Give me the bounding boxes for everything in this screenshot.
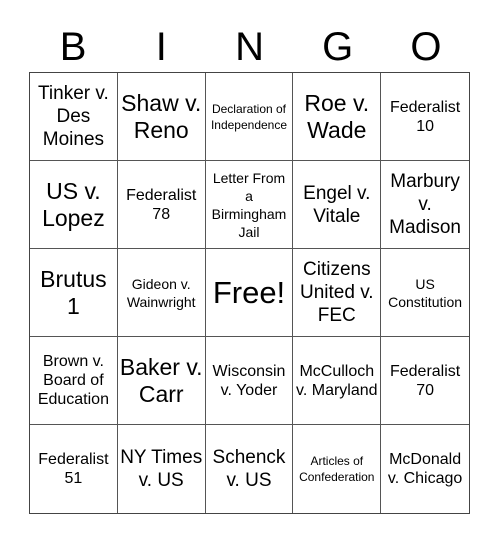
cell-label: Federalist 78: [126, 186, 197, 223]
cell-label: Schenck v. US: [212, 447, 286, 491]
header-letter-n: N: [235, 25, 264, 69]
bingo-cell[interactable]: NY Times v. US: [118, 425, 206, 513]
bingo-cell[interactable]: Citizens United v. FEC: [293, 249, 382, 337]
bingo-cell[interactable]: Federalist 70: [381, 337, 469, 425]
cell-label: Brutus 1: [40, 265, 107, 319]
cell-label: Roe v. Wade: [304, 89, 370, 143]
cell-label: Gideon v. Wainwright: [126, 275, 196, 310]
cell-label: Marbury v. Madison: [389, 171, 461, 238]
cell-label: Articles of Confederation: [299, 454, 375, 484]
bingo-cell[interactable]: US Constitution: [381, 249, 469, 337]
header-letter-o: O: [410, 25, 442, 69]
cell-label: McCulloch v. Maryland: [296, 362, 378, 399]
cell-label: Free!: [212, 274, 286, 310]
cell-label: Engel v. Vitale: [303, 182, 371, 227]
bingo-grid: Tinker v. Des Moines Shaw v. Reno Declarat…: [29, 72, 470, 514]
bingo-cell[interactable]: Letter From a Birmingham Jail: [205, 161, 294, 249]
bingo-cell[interactable]: US v. Lopez: [30, 161, 118, 249]
bingo-cell[interactable]: McDonald v. Chicago: [381, 425, 469, 513]
cell-label: US v. Lopez: [42, 177, 105, 231]
cell-label: Federalist 51: [38, 451, 109, 487]
cell-label: Letter From a Birmingham Jail: [211, 169, 287, 240]
cell-label: NY Times v. US: [120, 447, 203, 491]
bingo-cell[interactable]: Federalist 78: [117, 161, 206, 249]
cell-label: Tinker v. Des Moines: [38, 83, 109, 150]
bingo-cell[interactable]: Engel v. Vitale: [293, 161, 382, 249]
bingo-cell[interactable]: Federalist 10: [381, 73, 469, 161]
bingo-cell[interactable]: McCulloch v. Maryland: [293, 337, 382, 425]
cell-label: Wisconsin v. Yoder: [212, 362, 286, 399]
bingo-cell[interactable]: Declaration of Independence: [205, 73, 294, 161]
header-letter-i: I: [155, 25, 167, 69]
bingo-cell[interactable]: Baker v. Carr: [117, 337, 206, 425]
bingo-cell[interactable]: Schenck v. US: [206, 425, 294, 513]
bingo-cell[interactable]: Brown v. Board of Education: [30, 337, 118, 425]
header-letter-g: G: [322, 25, 354, 69]
bingo-header: B I N G O: [29, 22, 470, 72]
cell-label: Declaration of Independence: [210, 101, 288, 132]
bingo-cell[interactable]: Gideon v. Wainwright: [117, 249, 206, 337]
bingo-cell[interactable]: Shaw v. Reno: [117, 73, 206, 161]
bingo-cell[interactable]: Articles of Confederation: [293, 425, 382, 513]
free-space-cell[interactable]: Free!: [205, 249, 294, 337]
cell-label: Brown v. Board of Education: [37, 353, 109, 408]
bingo-cell[interactable]: Federalist 51: [30, 425, 118, 513]
cell-label: Shaw v. Reno: [121, 89, 202, 143]
header-letter-b: B: [59, 25, 87, 69]
bingo-cell[interactable]: Roe v. Wade: [293, 73, 382, 161]
bingo-cell[interactable]: Brutus 1: [30, 249, 118, 337]
cell-label: Federalist 70: [389, 362, 461, 399]
cell-label: McDonald v. Chicago: [387, 451, 463, 487]
cell-label: US Constitution: [388, 275, 463, 310]
bingo-cell[interactable]: Marbury v. Madison: [381, 161, 469, 249]
bingo-cell[interactable]: Wisconsin v. Yoder: [205, 337, 294, 425]
cell-label: Baker v. Carr: [119, 353, 203, 407]
cell-label: Citizens United v. FEC: [300, 259, 374, 326]
cell-label: Federalist 10: [389, 98, 461, 135]
bingo-cell[interactable]: Tinker v. Des Moines: [30, 73, 118, 161]
